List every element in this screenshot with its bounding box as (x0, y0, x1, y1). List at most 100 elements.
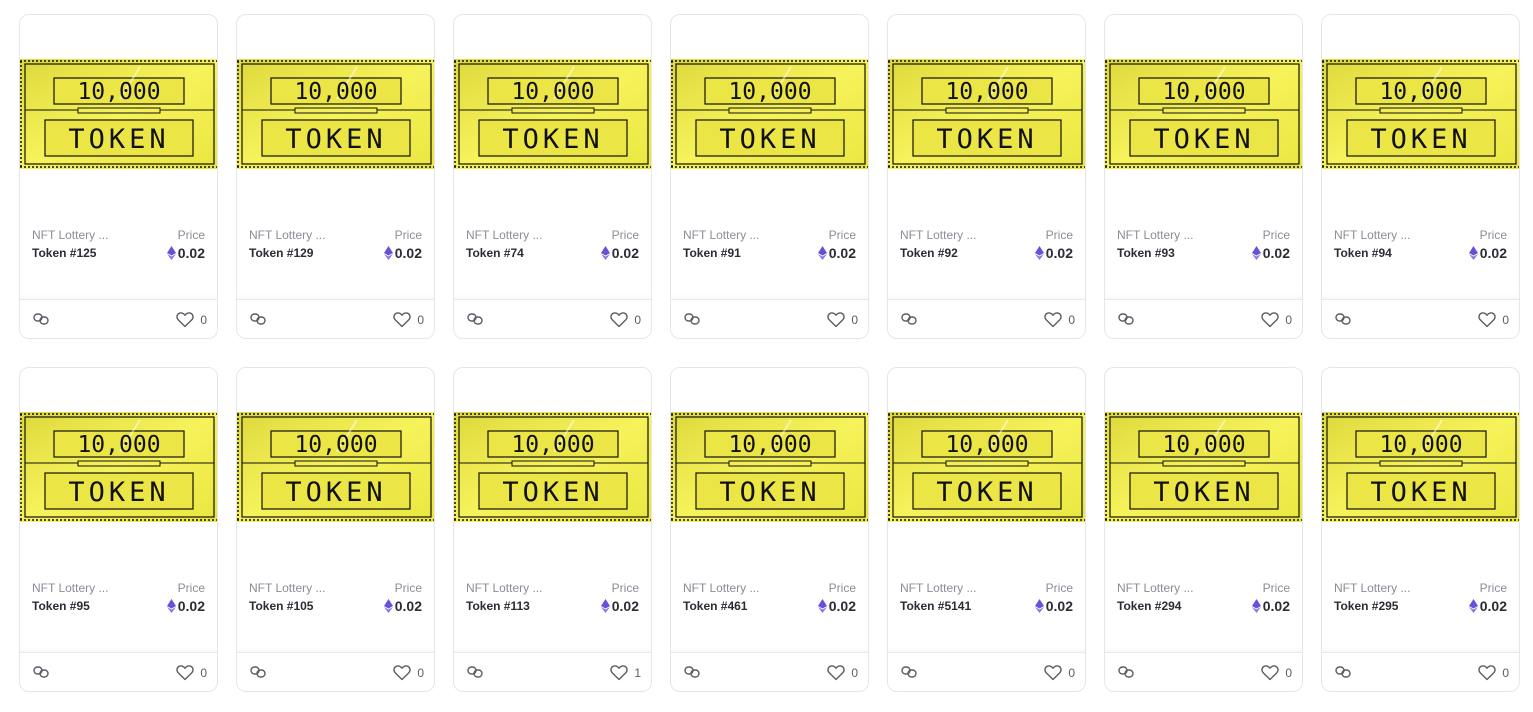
price-value-group: 0.02 (817, 245, 856, 261)
nft-card-5[interactable]: 10,000 TOKEN NFT Lottery ... Token #93 P… (1104, 14, 1303, 339)
link-icon[interactable] (1118, 665, 1134, 679)
nft-card-0[interactable]: 10,000 TOKEN NFT Lottery ... Token #125 … (19, 14, 218, 339)
token-name[interactable]: Token #93 (1117, 246, 1175, 260)
link-icon[interactable] (684, 665, 700, 679)
nft-ticket-image[interactable]: 10,000 TOKEN (888, 412, 1085, 522)
card-footer: 0 (237, 294, 434, 338)
link-icon[interactable] (467, 312, 483, 326)
collection-name: NFT Lottery ... (466, 581, 543, 595)
nft-ticket-image[interactable]: 10,000 TOKEN (671, 59, 868, 169)
price-label: Price (611, 228, 639, 242)
heart-icon (393, 665, 412, 681)
link-icon[interactable] (901, 665, 917, 679)
token-name[interactable]: Token #105 (249, 599, 313, 613)
nft-card-4[interactable]: 10,000 TOKEN NFT Lottery ... Token #92 P… (887, 14, 1086, 339)
nft-ticket-image[interactable]: 10,000 TOKEN (1322, 412, 1519, 522)
price-label: Price (394, 581, 422, 595)
like-button[interactable]: 0 (393, 311, 424, 328)
card-footer: 0 (1322, 647, 1519, 691)
like-button[interactable]: 0 (176, 664, 207, 681)
price-value-group: 0.02 (1251, 245, 1290, 261)
nft-ticket-image[interactable]: 10,000 TOKEN (1105, 412, 1302, 522)
price-value: 0.02 (1045, 245, 1073, 261)
nft-card-12[interactable]: 10,000 TOKEN NFT Lottery ... Token #294 … (1104, 367, 1303, 692)
nft-card-9[interactable]: 10,000 TOKEN NFT Lottery ... Token #113 … (453, 367, 652, 692)
like-button[interactable]: 0 (1261, 664, 1292, 681)
link-icon[interactable] (1335, 665, 1351, 679)
token-name[interactable]: Token #461 (683, 599, 747, 613)
like-count: 0 (200, 312, 207, 327)
like-button[interactable]: 0 (827, 664, 858, 681)
like-button[interactable]: 0 (1478, 664, 1509, 681)
nft-card-11[interactable]: 10,000 TOKEN NFT Lottery ... Token #5141… (887, 367, 1086, 692)
like-button[interactable]: 0 (1261, 311, 1292, 328)
nft-card-2[interactable]: 10,000 TOKEN NFT Lottery ... Token #74 P… (453, 14, 652, 339)
nft-card-7[interactable]: 10,000 TOKEN NFT Lottery ... Token #95 P… (19, 367, 218, 692)
token-name[interactable]: Token #74 (466, 246, 524, 260)
link-icon[interactable] (250, 312, 266, 326)
token-name[interactable]: Token #295 (1334, 599, 1398, 613)
svg-text:10,000: 10,000 (77, 432, 160, 458)
token-name[interactable]: Token #95 (32, 599, 90, 613)
ethereum-icon (166, 246, 176, 260)
link-icon[interactable] (901, 312, 917, 326)
card-footer: 0 (454, 294, 651, 338)
like-button[interactable]: 0 (827, 311, 858, 328)
link-icon[interactable] (250, 665, 266, 679)
svg-text:TOKEN: TOKEN (285, 477, 386, 508)
nft-ticket-image[interactable]: 10,000 TOKEN (454, 412, 651, 522)
collection-name: NFT Lottery ... (683, 581, 760, 595)
price-value: 0.02 (394, 245, 422, 261)
link-icon[interactable] (467, 665, 483, 679)
price-value: 0.02 (177, 245, 205, 261)
svg-text:10,000: 10,000 (945, 79, 1028, 105)
nft-ticket-image[interactable]: 10,000 TOKEN (20, 59, 217, 169)
link-icon[interactable] (1335, 312, 1351, 326)
like-button[interactable]: 1 (610, 664, 641, 681)
nft-card-8[interactable]: 10,000 TOKEN NFT Lottery ... Token #105 … (236, 367, 435, 692)
link-icon[interactable] (33, 665, 49, 679)
like-button[interactable]: 0 (393, 664, 424, 681)
like-button[interactable]: 0 (1044, 664, 1075, 681)
nft-ticket-image[interactable]: 10,000 TOKEN (1105, 59, 1302, 169)
token-name[interactable]: Token #294 (1117, 599, 1181, 613)
link-icon[interactable] (33, 312, 49, 326)
price-value: 0.02 (828, 598, 856, 614)
nft-ticket-image[interactable]: 10,000 TOKEN (20, 412, 217, 522)
price-label: Price (1262, 581, 1290, 595)
ethereum-icon (383, 599, 393, 613)
nft-ticket-image[interactable]: 10,000 TOKEN (237, 412, 434, 522)
svg-text:TOKEN: TOKEN (936, 477, 1037, 508)
nft-card-13[interactable]: 10,000 TOKEN NFT Lottery ... Token #295 … (1321, 367, 1520, 692)
nft-card-10[interactable]: 10,000 TOKEN NFT Lottery ... Token #461 … (670, 367, 869, 692)
like-button[interactable]: 0 (1478, 311, 1509, 328)
token-name[interactable]: Token #92 (900, 246, 958, 260)
token-name[interactable]: Token #5141 (900, 599, 971, 613)
like-button[interactable]: 0 (1044, 311, 1075, 328)
svg-text:TOKEN: TOKEN (936, 124, 1037, 155)
nft-card-6[interactable]: 10,000 TOKEN NFT Lottery ... Token #94 P… (1321, 14, 1520, 339)
token-name[interactable]: Token #125 (32, 246, 96, 260)
token-name[interactable]: Token #91 (683, 246, 741, 260)
token-name[interactable]: Token #94 (1334, 246, 1392, 260)
price-value: 0.02 (611, 598, 639, 614)
like-button[interactable]: 0 (610, 311, 641, 328)
svg-text:TOKEN: TOKEN (68, 124, 169, 155)
nft-ticket-image[interactable]: 10,000 TOKEN (237, 59, 434, 169)
nft-ticket-image[interactable]: 10,000 TOKEN (1322, 59, 1519, 169)
nft-ticket-image[interactable]: 10,000 TOKEN (454, 59, 651, 169)
nft-card-3[interactable]: 10,000 TOKEN NFT Lottery ... Token #91 P… (670, 14, 869, 339)
link-icon[interactable] (684, 312, 700, 326)
nft-ticket-image[interactable]: 10,000 TOKEN (671, 412, 868, 522)
token-name[interactable]: Token #113 (466, 599, 530, 613)
card-footer: 0 (237, 647, 434, 691)
nft-card-1[interactable]: 10,000 TOKEN NFT Lottery ... Token #129 … (236, 14, 435, 339)
like-button[interactable]: 0 (176, 311, 207, 328)
price-value: 0.02 (1045, 598, 1073, 614)
price-value: 0.02 (394, 598, 422, 614)
ethereum-icon (1468, 246, 1478, 260)
link-icon[interactable] (1118, 312, 1134, 326)
nft-ticket-image[interactable]: 10,000 TOKEN (888, 59, 1085, 169)
svg-text:TOKEN: TOKEN (502, 124, 603, 155)
token-name[interactable]: Token #129 (249, 246, 313, 260)
